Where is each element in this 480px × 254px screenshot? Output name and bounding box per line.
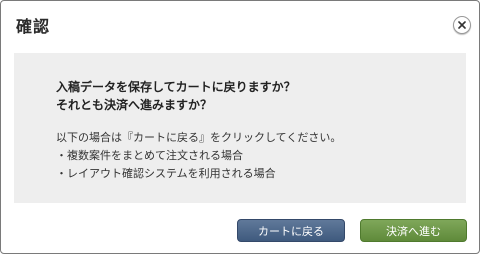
info-item-multiple-orders: ・複数案件をまとめて注文される場合: [56, 149, 243, 162]
info-item-layout-check: ・レイアウト確認システムを利用される場合: [56, 167, 276, 180]
confirm-dialog: 確認 入稿データを保存してカートに戻りますか？ それとも決済へ進みますか？ 以下…: [0, 0, 480, 254]
question-text: 入稿データを保存してカートに戻りますか？ それとも決済へ進みますか？: [56, 78, 296, 114]
proceed-to-payment-button[interactable]: 決済へ進む: [360, 219, 467, 242]
message-box: 入稿データを保存してカートに戻りますか？ それとも決済へ進みますか？ 以下の場合…: [14, 53, 466, 203]
info-text: 以下の場合は『カートに戻る』をクリックしてください。 ・複数案件をまとめて注文さ…: [56, 129, 341, 183]
question-line-2: それとも決済へ進みますか？: [56, 98, 213, 112]
close-button[interactable]: [453, 16, 471, 34]
return-to-cart-button[interactable]: カートに戻る: [237, 219, 345, 242]
info-intro: 以下の場合は『カートに戻る』をクリックしてください。: [56, 131, 342, 144]
close-icon: [458, 21, 466, 29]
question-line-1: 入稿データを保存してカートに戻りますか？: [56, 80, 296, 94]
dialog-title: 確認: [16, 17, 51, 36]
